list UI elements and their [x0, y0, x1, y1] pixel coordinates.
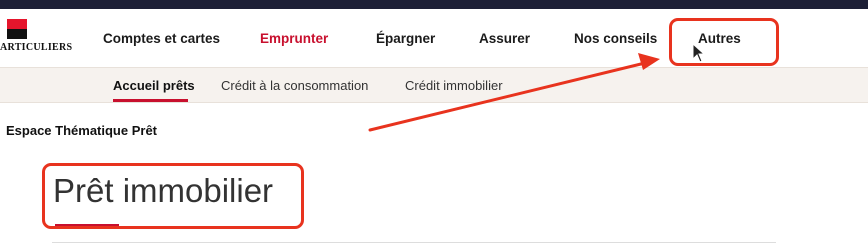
mouse-cursor-icon [692, 43, 706, 63]
annotation-arrow-icon [368, 53, 660, 132]
